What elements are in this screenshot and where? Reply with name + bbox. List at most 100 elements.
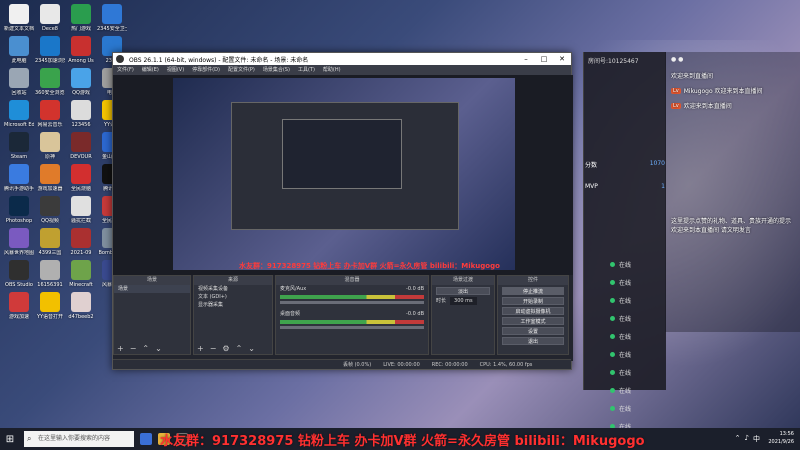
desktop-shortcut[interactable]: 回收站 bbox=[4, 68, 34, 96]
desktop-shortcut[interactable]: 热门游戏 bbox=[66, 4, 96, 32]
shortcut-label: 风暴世界地图 bbox=[4, 250, 34, 256]
settings-button[interactable]: 设置 bbox=[502, 327, 564, 335]
desktop-shortcut[interactable]: 新建文本文档 bbox=[4, 4, 34, 32]
desktop-shortcut[interactable]: 全民烧脑 bbox=[66, 164, 96, 192]
taskbar-search[interactable]: ⌕ 在这里输入你要搜索的内容 bbox=[24, 431, 134, 447]
menu-item[interactable]: 编辑(E) bbox=[142, 65, 159, 75]
scenes-dock: 场景 场景 + − ⌃ ⌄ bbox=[113, 275, 191, 355]
desktop-shortcut[interactable]: 123456 bbox=[66, 100, 96, 128]
menu-item[interactable]: 停靠部件(D) bbox=[192, 65, 220, 75]
volume-slider[interactable] bbox=[280, 301, 424, 304]
task-view-icon[interactable] bbox=[140, 433, 152, 445]
studio-mode-button[interactable]: 工作室模式 bbox=[502, 317, 564, 325]
shortcut-label: 2345加速浏览器 bbox=[35, 58, 65, 64]
desktop-shortcut[interactable]: 16156391 bbox=[35, 260, 65, 288]
app-icon bbox=[9, 164, 29, 184]
stop-streaming-button[interactable]: 停止推流 bbox=[502, 287, 564, 295]
app-icon bbox=[40, 292, 60, 312]
preview-ticker: 水友群：917328975 钻粉上车 办卡加V群 火箭=永久房管 bilibil… bbox=[239, 262, 500, 270]
ime-indicator[interactable]: 中 bbox=[753, 434, 760, 444]
obs-window[interactable]: OBS 26.1.1 (64-bit, windows) - 配置文件: 未命名… bbox=[112, 52, 573, 370]
desktop-shortcut[interactable]: DEVOUR bbox=[66, 132, 96, 160]
desktop-shortcut[interactable]: 骚扰拦截 bbox=[66, 196, 96, 224]
menu-item[interactable]: 工具(T) bbox=[298, 65, 315, 75]
menu-item[interactable]: 文件(F) bbox=[117, 65, 134, 75]
remove-icon[interactable]: − bbox=[130, 344, 137, 354]
desktop-shortcut[interactable]: 此电脑 bbox=[4, 36, 34, 64]
volume-icon[interactable]: ♪ bbox=[745, 434, 749, 444]
exit-button[interactable]: 退出 bbox=[502, 337, 564, 345]
add-icon[interactable]: + bbox=[197, 344, 204, 354]
start-recording-button[interactable]: 开始录制 bbox=[502, 297, 564, 305]
source-item[interactable]: 视频采集设备 bbox=[194, 285, 272, 293]
down-icon[interactable]: ⌄ bbox=[155, 344, 162, 354]
app-icon bbox=[40, 196, 60, 216]
desktop-shortcut[interactable]: Minecraft bbox=[66, 260, 96, 288]
chat-header: ● ● bbox=[665, 52, 800, 68]
app-icon bbox=[71, 164, 91, 184]
desktop-shortcut[interactable]: 风暴世界地图 bbox=[4, 228, 34, 256]
add-icon[interactable]: + bbox=[117, 344, 124, 354]
desktop-shortcut[interactable]: Steam bbox=[4, 132, 34, 160]
shortcut-label: 腾讯手游助手 bbox=[4, 186, 34, 192]
menu-item[interactable]: 视图(V) bbox=[167, 65, 184, 75]
desktop-shortcut[interactable]: Dece8 bbox=[35, 4, 65, 32]
shortcut-label: QQ视频 bbox=[41, 218, 59, 224]
shortcut-label: 游戏加速 bbox=[8, 314, 29, 320]
remove-icon[interactable]: − bbox=[210, 344, 217, 354]
app-icon bbox=[71, 36, 91, 56]
stats-block: 分数 1070 MVP 1 bbox=[585, 160, 665, 190]
nested-obs-preview bbox=[231, 102, 459, 230]
close-button[interactable]: ✕ bbox=[553, 53, 571, 65]
desktop-shortcut[interactable]: d47beeb2 bbox=[66, 292, 96, 320]
network-icon[interactable]: ⌃ bbox=[735, 434, 741, 444]
desktop-shortcut[interactable]: Among Us bbox=[66, 36, 96, 64]
menu-item[interactable]: 配置文件(P) bbox=[228, 65, 255, 75]
desktop-shortcut[interactable]: 2345加速浏览器 bbox=[35, 36, 65, 64]
menu-item[interactable]: 场景集合(S) bbox=[263, 65, 290, 75]
maximize-button[interactable]: □ bbox=[535, 53, 553, 65]
desktop-shortcut[interactable]: 游戏加速 bbox=[4, 292, 34, 320]
menu-item[interactable]: 帮助(H) bbox=[323, 65, 341, 75]
duration-input[interactable]: 300 ms bbox=[450, 297, 477, 305]
desktop-shortcut[interactable]: OBS Studio bbox=[4, 260, 34, 288]
desktop-shortcut[interactable]: 腾讯手游助手 bbox=[4, 164, 34, 192]
desktop-shortcut[interactable]: 网易云音乐 bbox=[35, 100, 65, 128]
stat-label: MVP bbox=[585, 183, 598, 190]
desktop-shortcut[interactable]: QQ游戏 bbox=[66, 68, 96, 96]
online-row: 在线 bbox=[590, 327, 670, 345]
source-item[interactable]: 文本 (GDI+) bbox=[194, 293, 272, 301]
virtual-camera-button[interactable]: 启动虚拟摄像机 bbox=[502, 307, 564, 315]
desktop-shortcut[interactable]: 4399三国 bbox=[35, 228, 65, 256]
preview-canvas[interactable]: 水友群：917328975 钻粉上车 办卡加V群 火箭=永久房管 bilibil… bbox=[113, 75, 573, 305]
desktop-shortcut[interactable]: YY语音打开 bbox=[35, 292, 65, 320]
desktop-shortcut[interactable]: Microsoft Edge bbox=[4, 100, 34, 128]
scene-item[interactable]: 场景 bbox=[114, 285, 190, 293]
shortcut-label: 网易云音乐 bbox=[37, 122, 63, 128]
desktop-shortcut[interactable]: 2345安全卫士 bbox=[97, 4, 127, 32]
obs-titlebar[interactable]: OBS 26.1.1 (64-bit, windows) - 配置文件: 未命名… bbox=[113, 53, 571, 65]
minimize-button[interactable]: – bbox=[517, 53, 535, 65]
app-icon bbox=[71, 292, 91, 312]
source-item[interactable]: 显示器采集 bbox=[194, 301, 272, 309]
desktop-shortcut[interactable]: Photoshop bbox=[4, 196, 34, 224]
shortcut-label: Dece8 bbox=[42, 26, 58, 32]
shortcut-label: 骚扰拦截 bbox=[70, 218, 91, 224]
online-row: 在线 bbox=[590, 345, 670, 363]
clock[interactable]: 13:56 2021/9/26 bbox=[768, 430, 794, 446]
down-icon[interactable]: ⌄ bbox=[248, 344, 255, 354]
desktop-shortcut[interactable]: 游戏加速器 bbox=[35, 164, 65, 192]
desktop-shortcut[interactable]: 2021-09 bbox=[66, 228, 96, 256]
start-button[interactable]: ⊞ bbox=[0, 428, 20, 450]
preview-frame: 水友群：917328975 钻粉上车 办卡加V群 火箭=永久房管 bilibil… bbox=[173, 78, 515, 270]
up-icon[interactable]: ⌃ bbox=[236, 344, 243, 354]
room-id-label: 房间号:10125467 bbox=[588, 58, 639, 65]
desktop-shortcut[interactable]: QQ视频 bbox=[35, 196, 65, 224]
desktop-shortcut[interactable]: 360安全浏览器 bbox=[35, 68, 65, 96]
desktop-shortcut[interactable]: 原神 bbox=[35, 132, 65, 160]
volume-slider[interactable] bbox=[280, 326, 424, 329]
transition-select[interactable]: 淡出 bbox=[436, 287, 490, 295]
gear-icon[interactable]: ⚙ bbox=[222, 344, 229, 354]
up-icon[interactable]: ⌃ bbox=[142, 344, 149, 354]
shortcut-label: Among Us bbox=[68, 58, 94, 64]
